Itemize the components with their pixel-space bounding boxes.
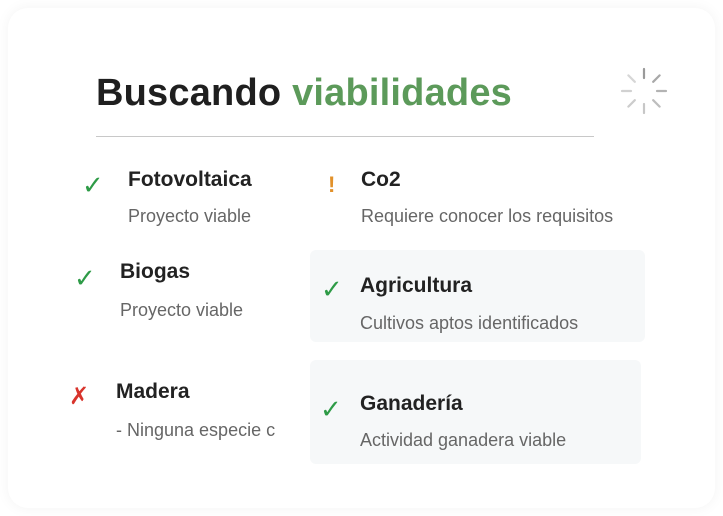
result-description: Requiere conocer los requisitos [361,206,614,226]
check-icon: ✓ [320,394,342,424]
loading-spinner-icon [620,67,668,115]
result-description: Proyecto viable [128,206,252,226]
result-description: Cultivos aptos identificados [360,313,579,333]
title-accent: viabilidades [292,72,512,114]
result-title: Ganadería [360,392,463,415]
page-title: Buscando viabilidades [96,72,512,115]
result-item-biogas: ✓ Biogas Proyecto viable [70,252,300,326]
result-item-madera: ✗ Madera - Ninguna especie c [66,370,288,450]
result-title: Biogas [120,260,191,283]
cross-icon: ✗ [69,383,90,410]
result-title: Co2 [361,168,401,191]
result-item-ganaderia: ✓ Ganadería Actividad ganadera viable [310,360,641,464]
result-description: Actividad ganadera viable [360,430,567,450]
result-item-co2: ! Co2 Requiere conocer los requisitos [318,160,658,230]
result-title: Fotovoltaica [128,168,252,191]
title-divider [96,136,594,137]
title-prefix: Buscando [96,72,282,114]
result-title: Agricultura [360,274,473,297]
result-item-fotovoltaica: ✓ Fotovoltaica Proyecto viable [76,160,296,230]
result-item-agricultura: ✓ Agricultura Cultivos aptos identificad… [310,250,645,342]
exclamation-icon: ! [328,172,336,197]
check-icon: ✓ [74,263,96,293]
check-icon: ✓ [82,170,104,200]
result-title: Madera [116,380,190,403]
result-description: - Ninguna especie c [116,420,276,440]
result-description: Proyecto viable [120,300,244,320]
check-icon: ✓ [321,274,343,304]
